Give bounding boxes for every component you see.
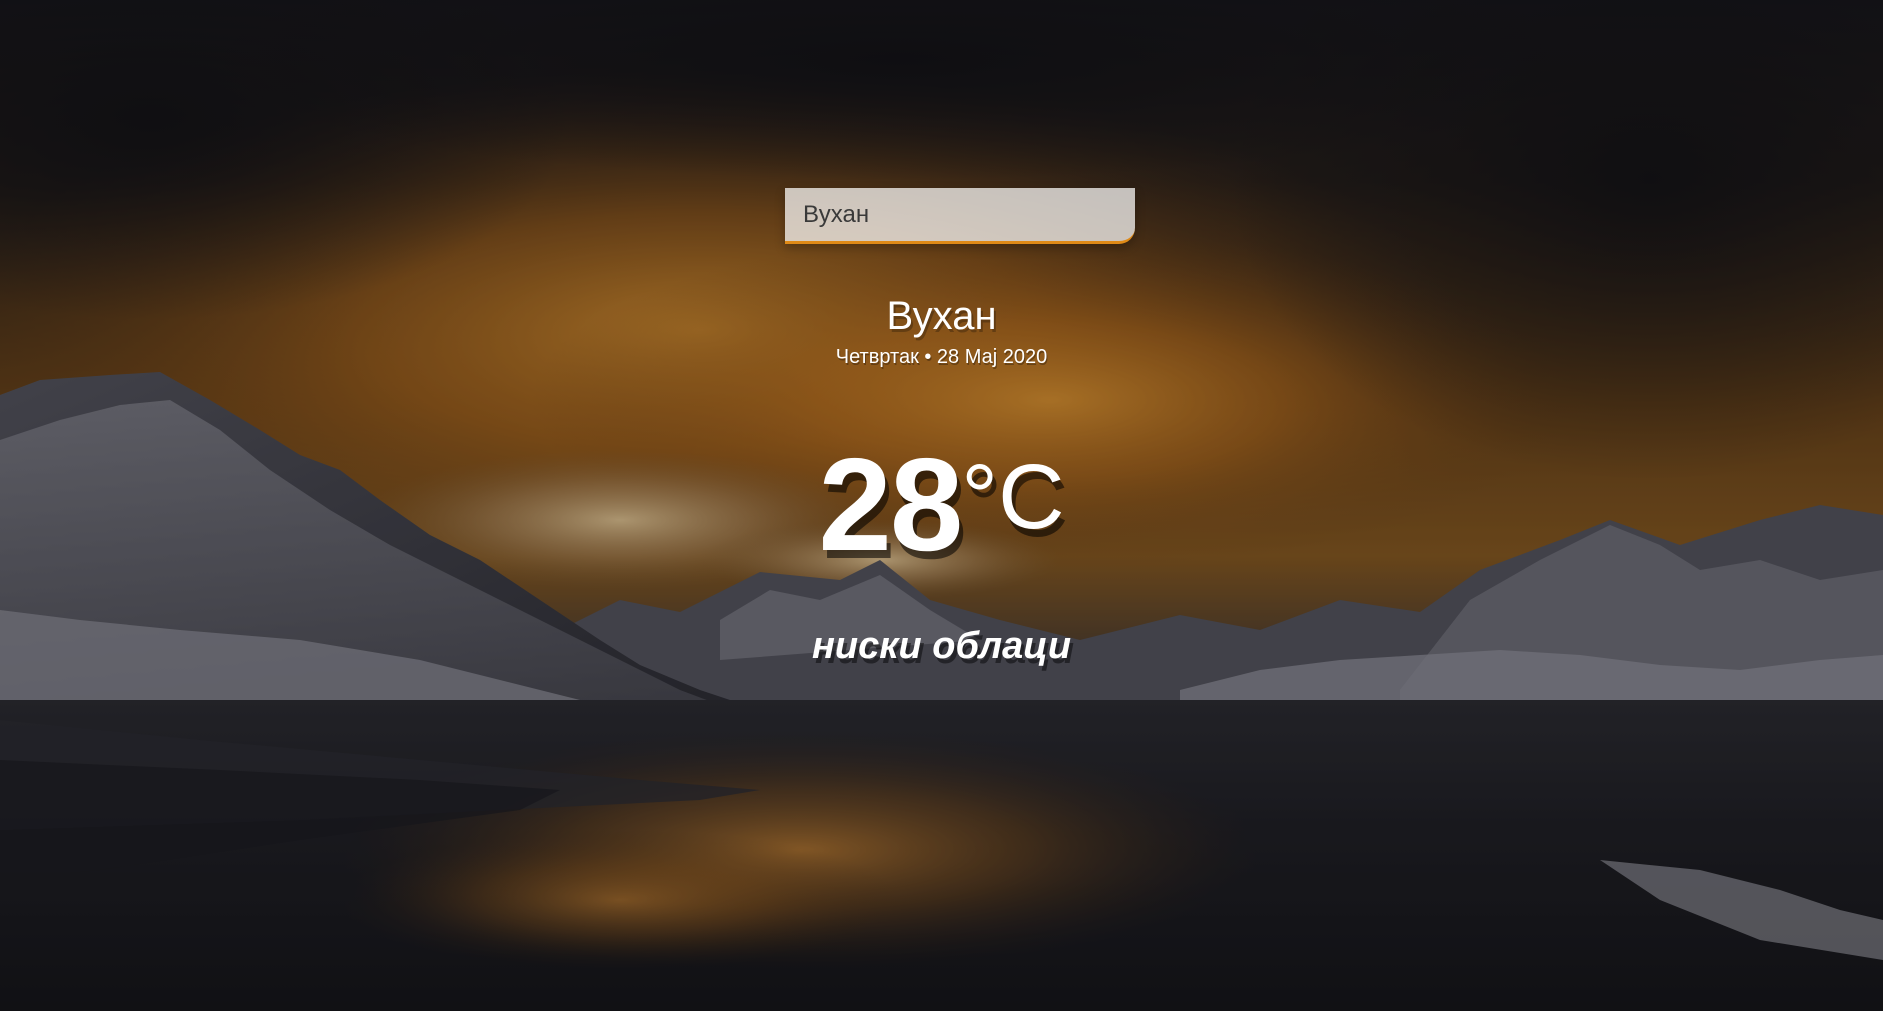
temperature-value: 28 — [818, 431, 963, 578]
weather-app: Вухан Четвртак • 28 Мај 2020 28°C ниски … — [0, 0, 1883, 1011]
current-date: Четвртак • 28 Мај 2020 — [835, 346, 1048, 368]
temperature-unit: °C — [961, 446, 1065, 548]
weather-description: ниски облаци — [811, 625, 1072, 667]
search-box — [785, 188, 1135, 244]
temperature-box: 28°C — [0, 430, 1883, 580]
city-search-input[interactable] — [785, 188, 1135, 244]
location-box: Вухан Четвртак • 28 Мај 2020 — [0, 292, 1883, 370]
location-name: Вухан — [886, 294, 997, 338]
